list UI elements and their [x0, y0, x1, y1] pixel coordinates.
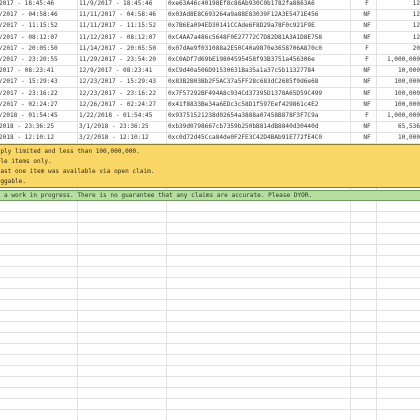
amount-cell[interactable]: 10,000 — [378, 65, 420, 77]
table-row[interactable]: /22/2018 - 01:54:451/22/2018 - 01:54:45 0… — [0, 110, 420, 122]
amount-cell[interactable]: 12 — [378, 9, 420, 21]
note-ruggable: ruggable. — [0, 178, 27, 185]
address-cell[interactable]: 0xc0d72d45Cca84de0F2FE3C42D4BAb91E772fE4… — [168, 132, 358, 144]
row-gridline — [0, 321, 420, 322]
amount-cell[interactable]: 10,000 — [378, 132, 420, 144]
first-seen-cell[interactable]: /12/2017 - 08:12:07 — [0, 32, 76, 44]
disclaimer-banner: is a work in progress. There is no guara… — [0, 190, 420, 201]
first-seen-cell[interactable]: /11/2017 - 04:58:46 — [0, 9, 76, 21]
last-seen-cell[interactable]: 11/14/2017 - 20:05:50 — [79, 43, 164, 55]
type-cell[interactable]: NF — [358, 9, 376, 21]
last-seen-cell[interactable]: 3/2/2018 - 12:10:12 — [79, 132, 164, 144]
note-whole-items: hole items only. — [0, 158, 52, 165]
row-gridline — [0, 277, 420, 278]
type-cell[interactable]: NF — [358, 88, 376, 100]
first-seen-cell[interactable]: /29/2017 - 23:20:55 — [0, 54, 76, 66]
row-gridline — [0, 409, 420, 410]
row-gridline — [0, 299, 420, 300]
disclaimer-text: is a work in progress. There is no guara… — [0, 192, 313, 199]
row-gridline — [0, 310, 420, 311]
amount-cell[interactable]: 100,000 — [378, 76, 420, 88]
last-seen-cell[interactable]: 1/22/2018 - 01:54:45 — [79, 110, 164, 122]
first-seen-cell[interactable]: /2/2018 - 12:10:12 — [0, 132, 76, 144]
table-row[interactable]: /9/2017 - 08:23:4112/9/2017 - 08:23:41 0x… — [0, 65, 420, 77]
address-cell[interactable]: 0x93751521238d02654a3888a07458B878F3F7C9… — [168, 110, 358, 122]
last-seen-cell[interactable]: 12/9/2017 - 08:23:41 — [79, 65, 164, 77]
type-cell[interactable]: NF — [358, 76, 376, 88]
amount-cell[interactable]: 65,536 — [378, 121, 420, 133]
row-gridline — [0, 244, 420, 245]
address-cell[interactable]: 0x41f8833Be34a6EDc3c58D1f597Eef429861c4E… — [168, 99, 358, 111]
address-cell[interactable]: 0x7F57292BF494A8c934Cd37395D1378A65D59C4… — [168, 88, 358, 100]
row-gridline — [0, 211, 420, 212]
amount-cell[interactable]: 1,000,000 — [378, 110, 420, 122]
first-seen-cell[interactable]: /9/2017 - 08:23:41 — [0, 65, 76, 77]
address-cell[interactable]: 0xC4AA7a486c5648F0E27772C7D82D81A3A1D8E7… — [168, 32, 358, 44]
amount-cell[interactable]: 1,000,000 — [378, 54, 420, 66]
address-cell[interactable]: 0x03Ad8E8C693264a9a88E83039F12A3E5471E45… — [168, 9, 358, 21]
last-seen-cell[interactable]: 3/1/2018 - 23:36:25 — [79, 121, 164, 133]
first-seen-cell[interactable]: /23/2017 - 23:16:22 — [0, 88, 76, 100]
type-cell[interactable]: NF — [358, 32, 376, 44]
type-cell[interactable]: F — [358, 110, 376, 122]
note-supply: upply limited and less than 100,000,000. — [0, 148, 140, 155]
amount-cell[interactable]: 100,000 — [378, 88, 420, 100]
address-cell[interactable]: 0x7B6Ea094ED30141CCAde6F8D29a78F0c921F9E — [168, 20, 358, 32]
first-seen-cell[interactable]: /23/2017 - 15:29:43 — [0, 76, 76, 88]
row-gridline — [0, 387, 420, 388]
type-cell[interactable]: NF — [358, 121, 376, 133]
row-gridline — [0, 376, 420, 377]
row-gridline — [0, 343, 420, 344]
first-seen-cell[interactable]: /1/2018 - 23:36:25 — [0, 121, 76, 133]
address-cell[interactable]: 0xC9d40a506D91530631Ba35a1a37c5b11327784 — [168, 65, 358, 77]
row-gridline — [0, 222, 420, 223]
first-seen-cell[interactable]: /22/2018 - 01:54:45 — [0, 110, 76, 122]
table-row[interactable]: /11/2017 - 11:15:5211/11/2017 - 11:15:52… — [0, 20, 420, 32]
amount-cell[interactable]: 12 — [378, 20, 420, 32]
address-cell[interactable]: 0x83B2B03Bb2F5AC37a5FF28c683dC2685f9d6e6… — [168, 76, 358, 88]
row-gridline — [0, 354, 420, 355]
amount-cell[interactable]: 12 — [378, 32, 420, 44]
row-gridline — [0, 398, 420, 399]
last-seen-cell[interactable]: 12/26/2017 - 02:24:27 — [79, 99, 164, 111]
table-row[interactable]: /1/2018 - 23:36:253/1/2018 - 23:36:25 0xb… — [0, 121, 420, 133]
table-row[interactable]: /29/2017 - 23:20:5511/29/2017 - 23:54:20… — [0, 54, 420, 66]
first-seen-cell[interactable]: /26/2017 - 02:24:27 — [0, 99, 76, 111]
type-cell[interactable]: F — [358, 54, 376, 66]
table-row[interactable]: /12/2017 - 08:12:0711/12/2017 - 08:12:07… — [0, 32, 420, 44]
last-seen-cell[interactable]: 11/12/2017 - 08:12:07 — [79, 32, 164, 44]
address-cell[interactable]: 0xC0ADf7d69bE19804595458f93B3751a456306e — [168, 54, 358, 66]
amount-cell[interactable]: 20 — [378, 43, 420, 55]
row-gridline — [0, 266, 420, 267]
type-cell[interactable]: NF — [358, 99, 376, 111]
first-seen-cell[interactable]: /11/2017 - 11:15:52 — [0, 20, 76, 32]
last-seen-cell[interactable]: 11/11/2017 - 04:58:46 — [79, 9, 164, 21]
row-gridline — [0, 255, 420, 256]
note-open-claim: least one item was available via open cl… — [0, 168, 155, 175]
table-row[interactable]: /11/2017 - 04:58:4611/11/2017 - 04:58:46… — [0, 9, 420, 21]
type-cell[interactable]: NF — [358, 132, 376, 144]
table-row[interactable]: /26/2017 - 02:24:2712/26/2017 - 02:24:27… — [0, 99, 420, 111]
table-row[interactable]: /23/2017 - 23:16:2212/23/2017 - 23:16:22… — [0, 88, 420, 100]
type-cell[interactable]: NF — [358, 65, 376, 77]
last-seen-cell[interactable]: 11/29/2017 - 23:54:20 — [79, 54, 164, 66]
spreadsheet: /9/2017 - 18:45:4611/9/2017 - 18:45:460x… — [0, 0, 420, 420]
last-seen-cell[interactable]: 12/23/2017 - 23:16:22 — [79, 88, 164, 100]
last-seen-cell[interactable]: 12/23/2017 - 15:29:43 — [79, 76, 164, 88]
row-gridline — [0, 365, 420, 366]
table-row[interactable]: /23/2017 - 15:29:4312/23/2017 - 15:29:43… — [0, 76, 420, 88]
type-cell[interactable]: F — [358, 43, 376, 55]
type-cell[interactable]: NF — [358, 20, 376, 32]
address-cell[interactable]: 0xb39d0798667cb7359b250bB814dB8840d30440… — [168, 121, 358, 133]
table-row[interactable]: /2/2018 - 12:10:123/2/2018 - 12:10:12 0xc… — [0, 132, 420, 144]
last-seen-cell[interactable]: 11/11/2017 - 11:15:52 — [79, 20, 164, 32]
address-cell[interactable]: 0x07dAe9f031088a2E50C40a9870e3658706A870… — [168, 43, 358, 55]
row-gridline — [0, 288, 420, 289]
first-seen-cell[interactable]: /14/2017 - 20:05:50 — [0, 43, 76, 55]
amount-cell[interactable]: 100,000 — [378, 99, 420, 111]
table-row[interactable]: /14/2017 - 20:05:5011/14/2017 - 20:05:50… — [0, 43, 420, 55]
row-gridline — [0, 233, 420, 234]
row-gridline — [0, 332, 420, 333]
notes-panel: upply limited and less than 100,000,000.… — [0, 144, 420, 188]
